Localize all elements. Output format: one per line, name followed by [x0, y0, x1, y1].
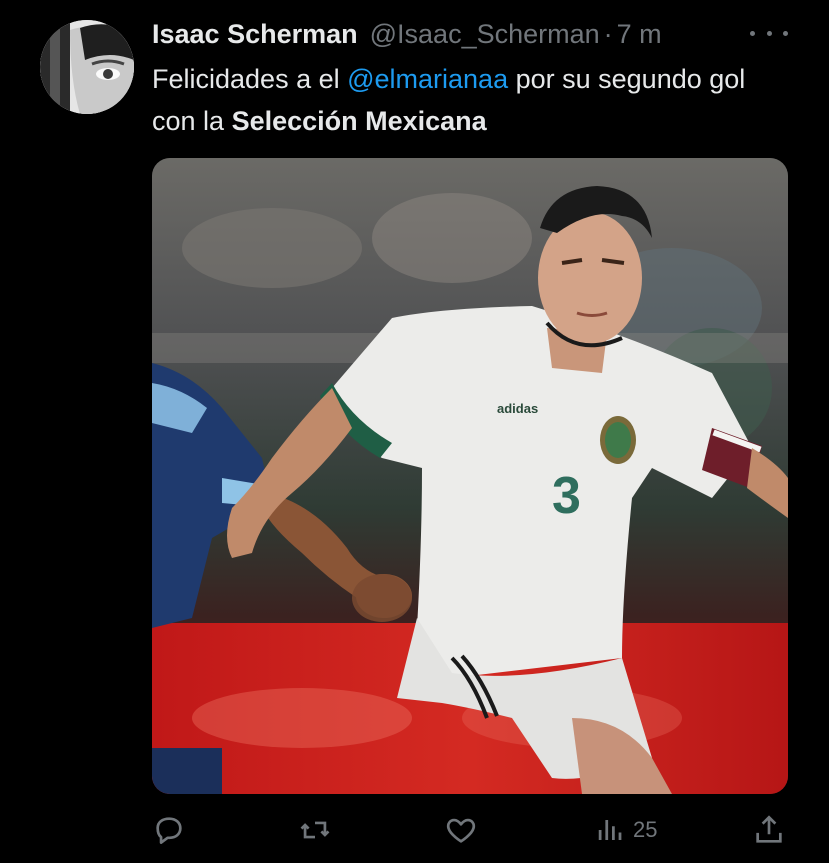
soccer-photo: adidas 3: [152, 158, 788, 794]
mention-link[interactable]: @elmarianaa: [347, 64, 508, 94]
adidas-logo: adidas: [497, 401, 538, 416]
heart-icon: [446, 818, 476, 843]
reply-button[interactable]: [152, 810, 186, 850]
share-button[interactable]: [752, 810, 786, 850]
tweet[interactable]: Isaac Scherman @Isaac_Scherman · 7 m Fel…: [0, 0, 829, 863]
tweet-text-part1: Felicidades a el: [152, 64, 348, 94]
avatar[interactable]: [40, 20, 134, 114]
share-icon: [756, 815, 782, 843]
dot: [766, 30, 772, 36]
views-button[interactable]: 25: [595, 810, 657, 850]
tweet-text: Felicidades a el @elmarianaa por su segu…: [152, 58, 792, 142]
timestamp[interactable]: 7 m: [617, 19, 662, 50]
tweet-text-bold: Selección Mexicana: [231, 106, 487, 136]
retweet-icon: [300, 821, 330, 839]
avatar-image: [40, 20, 134, 114]
action-bar: 25: [152, 810, 788, 850]
jersey-number: 3: [552, 467, 581, 525]
views-icon: [598, 820, 622, 840]
like-button[interactable]: [443, 810, 479, 850]
more-options-icon[interactable]: [750, 20, 788, 46]
tweet-header: Isaac Scherman @Isaac_Scherman · 7 m: [152, 14, 662, 54]
tweet-media[interactable]: adidas 3: [152, 158, 788, 794]
reply-icon: [156, 817, 182, 844]
views-count: 25: [633, 817, 658, 842]
retweet-button[interactable]: [297, 810, 333, 850]
separator-dot: ·: [603, 18, 613, 49]
dot: [783, 30, 788, 36]
author-handle[interactable]: @Isaac_Scherman: [370, 19, 600, 50]
author-name[interactable]: Isaac Scherman: [152, 19, 358, 50]
dot: [750, 30, 755, 36]
